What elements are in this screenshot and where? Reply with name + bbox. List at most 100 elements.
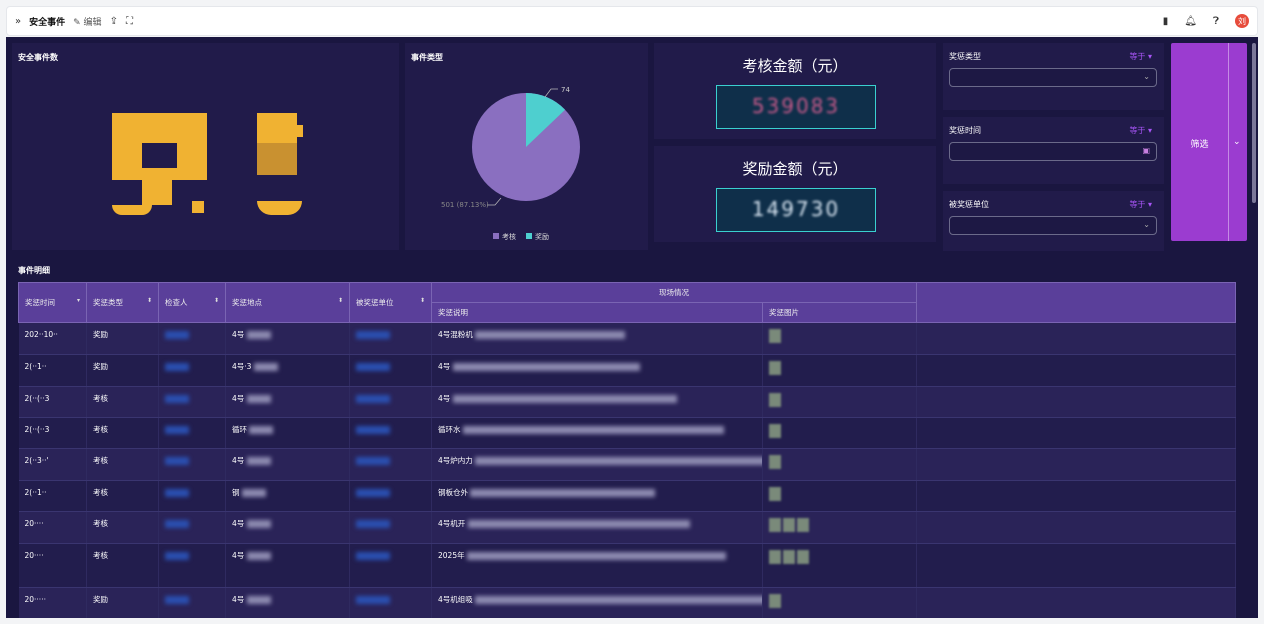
cell-empty: [916, 587, 1236, 618]
photo-thumbnail[interactable]: [769, 393, 781, 407]
pie-legend: 考核 奖励: [493, 232, 549, 242]
sort-icon[interactable]: ⬍: [147, 297, 152, 304]
col-header-photo: 奖惩图片: [762, 302, 917, 323]
col-header-unit[interactable]: 被奖惩单位 ⬍: [349, 282, 432, 323]
cell-desc: 4号: [431, 354, 763, 387]
legend-item-reward[interactable]: 奖励: [526, 232, 549, 242]
filter-label: 被奖惩单位: [949, 200, 989, 209]
photo-thumbnail[interactable]: [769, 329, 781, 343]
reward-amount-value: 149730: [751, 197, 841, 221]
sort-icon[interactable]: ▾: [77, 297, 80, 304]
avatar[interactable]: 刘: [1235, 14, 1249, 28]
col-header-place-label: 奖惩地点: [232, 298, 262, 307]
cell-place: 4号: [225, 543, 350, 588]
legend-item-assess[interactable]: 考核: [493, 232, 516, 242]
reward-unit-select[interactable]: ⌄: [949, 216, 1157, 235]
cell-desc: 4号机组吸: [431, 587, 763, 618]
cell-desc: 4号炉内力: [431, 448, 763, 481]
cell-place: 4号: [225, 511, 350, 544]
cell-unit: [349, 587, 432, 618]
photo-thumbnail[interactable]: [769, 487, 781, 501]
filter-operator[interactable]: 等于 ▾: [1129, 199, 1152, 210]
filter-reward-type: 奖惩类型 等于 ▾ ⌄: [943, 43, 1164, 110]
cell-place: 4号: [225, 322, 350, 355]
cell-desc: 循环水: [431, 417, 763, 449]
photo-thumbnail[interactable]: [769, 455, 781, 469]
col-header-inspector[interactable]: 检查人 ⬍: [158, 282, 226, 323]
photo-thumbnail[interactable]: [797, 518, 809, 532]
cell-place-text: 4号·3: [232, 362, 252, 371]
cell-inspector: [158, 480, 226, 512]
bell-icon[interactable]: 🔔︎: [1184, 16, 1197, 27]
filter-operator[interactable]: 等于 ▾: [1129, 51, 1152, 62]
cell-desc: 4号机开: [431, 511, 763, 544]
table-row[interactable]: 2(··(··3 考核 循环 循环水: [18, 417, 1236, 449]
cell-place-text: 循环: [232, 425, 247, 434]
photo-thumbnail[interactable]: [769, 361, 781, 375]
cell-photo: [762, 354, 917, 387]
col-group-header: 现场情况: [431, 282, 917, 303]
book-icon[interactable]: ▮: [1163, 16, 1169, 27]
event-type-panel: 事件类型 74 501 (87.13%) 考核 奖励: [405, 43, 648, 250]
table-row[interactable]: 2(··3··' 考核 4号 4号炉内力: [18, 448, 1236, 481]
table-row[interactable]: 20····· 奖励 4号 4号机组吸: [18, 587, 1236, 618]
cell-empty: [916, 417, 1236, 449]
cell-place-text: 钢: [232, 488, 240, 497]
filter-operator[interactable]: 等于 ▾: [1129, 125, 1152, 136]
cell-type: 考核: [86, 511, 159, 544]
sort-icon[interactable]: ⬍: [338, 297, 343, 304]
photo-thumbnail[interactable]: [769, 518, 781, 532]
detail-table: 奖惩时间 ▾ 奖惩类型 ⬍ 检查人 ⬍ 奖惩地点 ⬍ 被奖惩单位 ⬍ 现场情况 奖惩说明 …: [18, 282, 1236, 618]
photo-thumbnail[interactable]: [797, 550, 809, 564]
table-row[interactable]: 2(··1·· 考核 钢 钢板仓外: [18, 480, 1236, 512]
sort-icon[interactable]: ⬍: [214, 297, 219, 304]
cell-type: 考核: [86, 386, 159, 418]
photo-thumbnail[interactable]: [783, 550, 795, 564]
chevron-down-icon[interactable]: ⌄: [1233, 137, 1241, 147]
cell-unit: [349, 480, 432, 512]
reward-time-picker[interactable]: ▣: [949, 142, 1157, 161]
col-header-unit-label: 被奖惩单位: [356, 298, 394, 307]
filter-button[interactable]: 筛选 ⌄: [1171, 43, 1247, 241]
cell-inspector: [158, 511, 226, 544]
filter-reward-unit: 被奖惩单位 等于 ▾ ⌄: [943, 191, 1164, 251]
cell-time: 2(··1··: [18, 354, 87, 387]
filter-operator-label: 等于: [1129, 200, 1146, 209]
cell-desc: 4号: [431, 386, 763, 418]
col-header-time[interactable]: 奖惩时间 ▾: [18, 282, 87, 323]
filter-label: 奖惩类型: [949, 52, 981, 61]
cell-inspector: [158, 354, 226, 387]
cell-unit: [349, 448, 432, 481]
table-row[interactable]: 202··10·· 奖励 4号 4号混粉机: [18, 322, 1236, 355]
table-row[interactable]: 20···· 考核 4号 4号机开: [18, 511, 1236, 544]
calendar-icon: ▣: [1142, 146, 1150, 155]
help-icon[interactable]: ❓︎: [1213, 16, 1219, 27]
col-header-type[interactable]: 奖惩类型 ⬍: [86, 282, 159, 323]
cell-place-text: 4号: [232, 330, 245, 339]
photo-thumbnail[interactable]: [769, 550, 781, 564]
cell-unit: [349, 322, 432, 355]
share-icon[interactable]: ⇪: [110, 16, 118, 27]
table-row[interactable]: 2(··1·· 奖励 4号·3 4号: [18, 354, 1236, 387]
col-header-place[interactable]: 奖惩地点 ⬍: [225, 282, 350, 323]
table-row[interactable]: 2(··(··3 考核 4号 4号: [18, 386, 1236, 418]
photo-thumbnail[interactable]: [783, 518, 795, 532]
col-header-type-label: 奖惩类型: [93, 298, 123, 307]
collapse-icon[interactable]: »: [15, 16, 21, 27]
edit-label: 编辑: [83, 17, 102, 28]
photo-thumbnail[interactable]: [769, 594, 781, 608]
cell-time: 2(··(··3: [18, 417, 87, 449]
legend-assess-label: 考核: [502, 233, 516, 241]
fullscreen-icon[interactable]: ⛶: [126, 16, 133, 27]
table-row[interactable]: 20···· 考核 4号 2025年: [18, 543, 1236, 588]
cell-empty: [916, 511, 1236, 544]
photo-thumbnail[interactable]: [769, 424, 781, 438]
vertical-scrollbar[interactable]: [1252, 43, 1256, 203]
reward-type-select[interactable]: ⌄: [949, 68, 1157, 87]
sort-icon[interactable]: ⬍: [420, 297, 425, 304]
cell-photo: [762, 480, 917, 512]
detail-section-title: 事件明细: [18, 266, 50, 275]
cell-type: 考核: [86, 448, 159, 481]
edit-button[interactable]: ✎ 编辑: [73, 15, 101, 28]
chevron-down-icon: ⌄: [1143, 72, 1150, 81]
